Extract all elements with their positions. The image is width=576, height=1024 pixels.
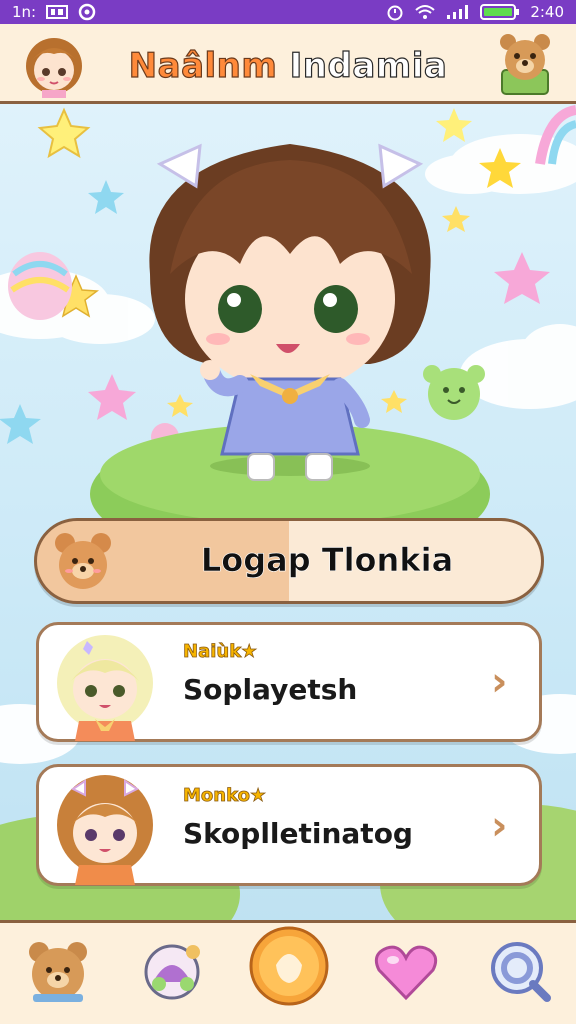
bear-icon[interactable] [494,32,556,96]
chevron-right-icon: › [491,659,508,705]
bear-icon [51,529,115,593]
list-item[interactable]: Naiùk★ Soplayetsh › [36,622,542,742]
battery-icon [480,3,520,21]
girl-avatar-icon[interactable] [20,30,88,98]
login-button-label: Logap Tlonkia [200,541,454,580]
nav-heart-icon[interactable] [368,933,444,1009]
status-time: 2:40 [530,3,564,21]
wifi-icon [414,4,436,20]
character-avatar [49,771,161,885]
list-item-title: Soplayetsh [183,673,358,706]
bottom-nav [0,920,576,1024]
chevron-right-icon: › [491,803,508,849]
notification-icon [46,5,69,19]
status-bar: 1n: 2:40 [0,0,576,24]
app-header: Naâlnm Indamia [0,24,576,104]
app-title: Naâlnm Indamia [96,45,480,86]
app-title-part2: Indamia [289,45,448,86]
status-left-text: 1n: [12,3,37,21]
nav-bear-icon[interactable] [20,933,96,1009]
nav-egg-icon[interactable] [248,925,330,1007]
rating-badge: Monko★ [183,785,267,807]
chibi-character [130,124,450,484]
hero-scene: Logap Tlonkia Naiùk★ Soplayetsh › Monko★… [0,104,576,924]
login-button[interactable]: Logap Tlonkia [34,518,544,604]
nav-search-icon[interactable] [482,933,558,1009]
alarm-icon [386,3,404,21]
app-title-part1: Naâlnm [128,45,278,86]
list-item-title: Skoplletinatog [183,817,413,850]
sync-icon [78,3,96,21]
rating-badge: Naiùk★ [183,641,258,663]
signal-icon [446,4,470,20]
nav-game-icon[interactable] [134,933,210,1009]
list-item[interactable]: Monko★ Skoplletinatog › [36,764,542,886]
character-avatar [49,629,161,741]
